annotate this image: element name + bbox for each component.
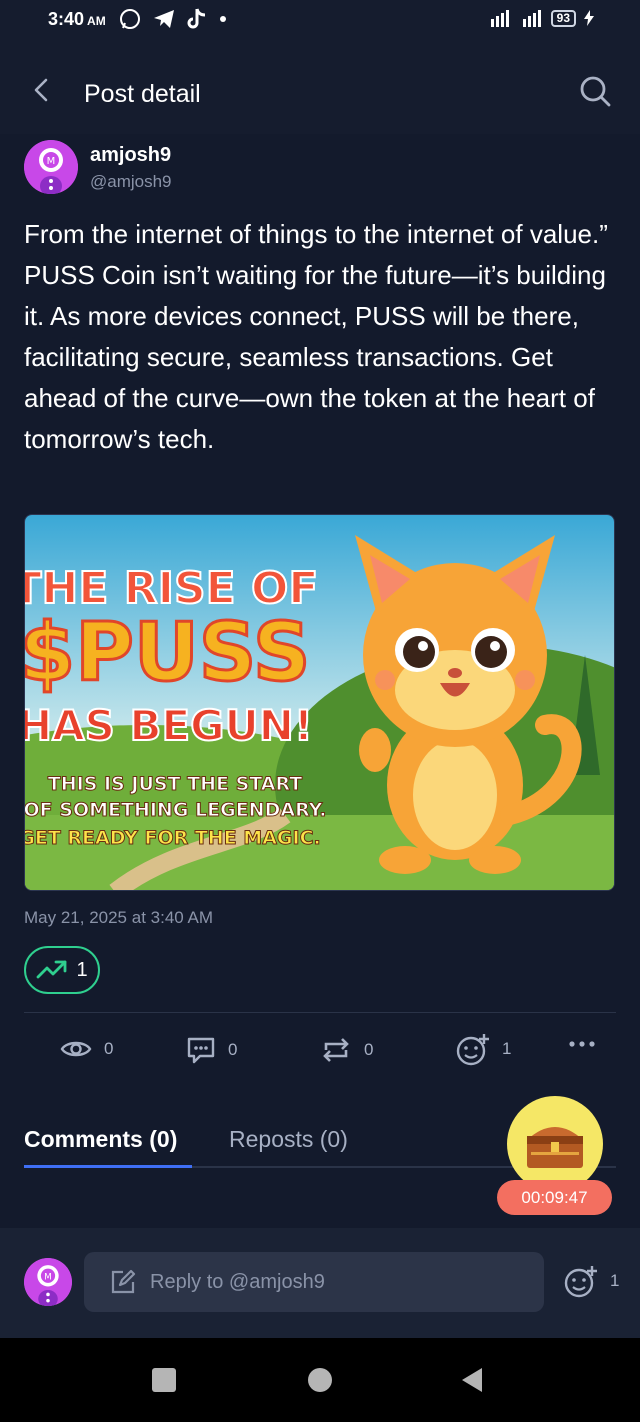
signal-icon: [490, 10, 541, 27]
svg-text:M: M: [44, 1272, 52, 1282]
svg-text:GET READY FOR THE MAGIC.: GET READY FOR THE MAGIC.: [25, 827, 321, 849]
divider: [24, 1012, 616, 1013]
reactions-stat[interactable]: 1: [456, 1032, 511, 1066]
post-date: May 21, 2025 at 3:40 AM: [24, 908, 214, 927]
reply-reaction-button[interactable]: 1: [564, 1264, 619, 1298]
user-avatar[interactable]: M: [24, 1258, 72, 1306]
recents-button[interactable]: [152, 1368, 176, 1392]
dot-icon: [220, 16, 226, 22]
search-button[interactable]: [578, 74, 612, 113]
reward-timer: 00:09:47: [497, 1180, 612, 1215]
home-button[interactable]: [308, 1368, 332, 1392]
svg-text:OF SOMETHING LEGENDARY.: OF SOMETHING LEGENDARY.: [25, 799, 326, 821]
more-options-button[interactable]: [568, 1040, 596, 1048]
post-image[interactable]: THE RISE OF $PUSS HAS BEGUN! THIS IS JUS…: [24, 514, 615, 891]
reposts-count: 0: [364, 1040, 374, 1059]
triangle-back-icon: [462, 1368, 482, 1392]
reply-input[interactable]: Reply to @amjosh9: [84, 1252, 544, 1312]
svg-text:M: M: [47, 156, 56, 167]
more-horizontal-icon: [569, 1041, 595, 1047]
system-navbar: [0, 1338, 640, 1422]
chevron-left-icon: [34, 78, 48, 102]
battery-indicator: 93: [550, 9, 576, 27]
comments-stat[interactable]: 0: [186, 1036, 237, 1064]
search-icon: [580, 76, 611, 107]
back-button[interactable]: [28, 76, 56, 109]
whatsapp-icon: [120, 9, 140, 29]
trending-up-icon: [37, 960, 67, 979]
status-time: 3:40 AM: [48, 9, 106, 29]
reposts-stat[interactable]: 0: [320, 1036, 373, 1064]
views-count: 0: [104, 1039, 114, 1058]
edit-icon: [111, 1269, 136, 1294]
add-reaction-icon: [456, 1034, 489, 1066]
telegram-icon: [154, 10, 174, 28]
tiktok-icon: [187, 8, 206, 29]
page-title: Post detail: [84, 80, 201, 108]
back-nav-button[interactable]: [460, 1366, 484, 1399]
comments-count: 0: [228, 1040, 238, 1059]
notification-icons: [118, 7, 228, 31]
svg-text:THIS IS JUST THE START: THIS IS JUST THE START: [48, 773, 302, 795]
post-actions: 0 0 0 1: [0, 1026, 640, 1076]
post-card: M amjosh9 @amjosh9 From the internet of …: [0, 134, 640, 1086]
author-handle: @amjosh9: [90, 172, 172, 191]
status-right: 93: [490, 9, 594, 27]
author-avatar[interactable]: M: [24, 140, 78, 194]
reactions-count: 1: [502, 1039, 512, 1058]
charging-icon: [584, 10, 594, 26]
status-bar: 3:40 AM 93: [0, 0, 640, 40]
reply-bar: M Reply to @amjosh9 1: [0, 1228, 640, 1338]
author-name[interactable]: amjosh9: [90, 144, 171, 167]
treasure-chest-icon: [527, 1127, 583, 1168]
add-reaction-icon: [564, 1266, 597, 1298]
views-stat[interactable]: 0: [60, 1038, 113, 1060]
tab-reposts[interactable]: Reposts (0): [229, 1126, 348, 1153]
repost-icon: [323, 1038, 349, 1062]
reward-chest-button[interactable]: [507, 1096, 603, 1192]
svg-text:HAS BEGUN!: HAS BEGUN!: [25, 701, 313, 750]
tab-active-indicator: [24, 1165, 192, 1168]
reply-reaction-count: 1: [610, 1271, 620, 1290]
post-body: From the internet of things to the inter…: [24, 219, 608, 454]
reply-placeholder: Reply to @amjosh9: [150, 1270, 325, 1293]
eye-icon: [60, 1041, 92, 1057]
tab-comments[interactable]: Comments (0): [24, 1126, 177, 1153]
app-header: Post detail: [0, 40, 640, 134]
trend-count: 1: [76, 958, 88, 981]
svg-text:$PUSS: $PUSS: [25, 606, 310, 699]
comment-icon: [187, 1037, 215, 1064]
trend-button[interactable]: 1: [24, 946, 100, 994]
